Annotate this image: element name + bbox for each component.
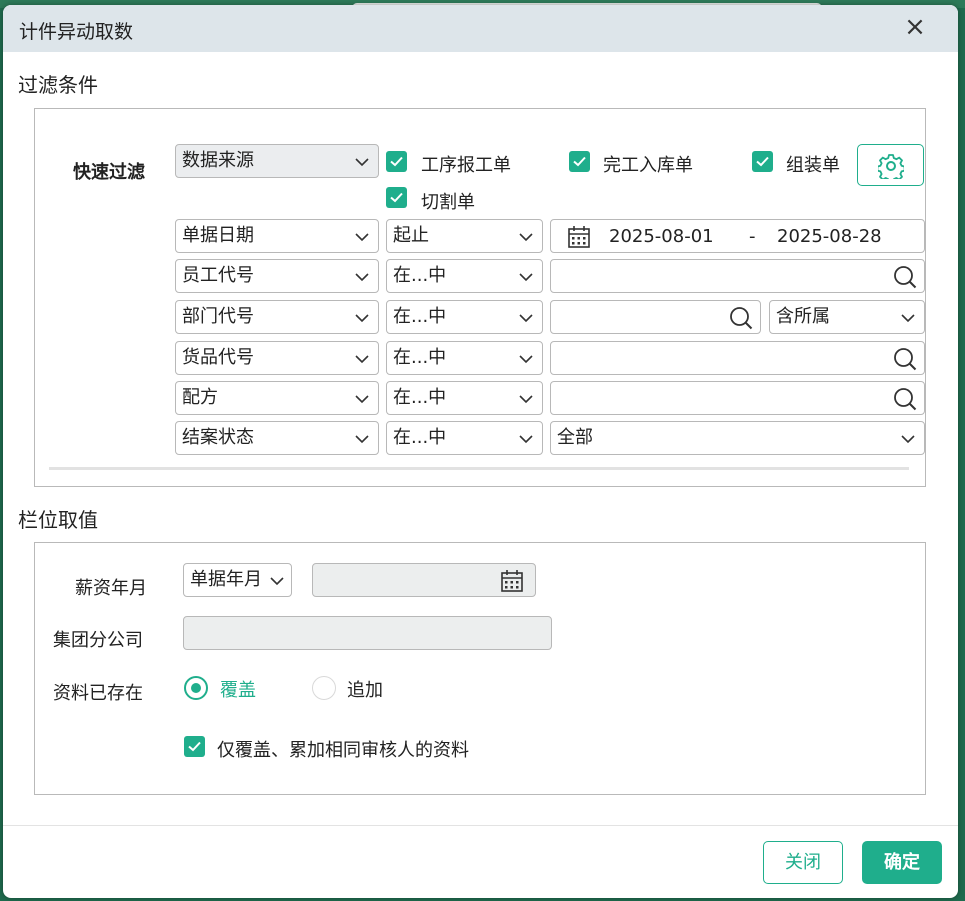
department-code-input[interactable] xyxy=(550,300,761,334)
filter-operator-select[interactable]: 在...中 xyxy=(386,259,543,293)
radio-overwrite[interactable] xyxy=(184,676,208,700)
chevron-down-icon xyxy=(355,233,369,242)
department-scope-value: 含所属 xyxy=(776,306,830,327)
chevron-down-icon xyxy=(355,314,369,323)
date-to: 2025-08-28 xyxy=(777,226,882,247)
filter-operator-select[interactable]: 在...中 xyxy=(386,341,543,375)
chevron-down-icon xyxy=(519,233,533,242)
group-company-input[interactable] xyxy=(183,616,552,650)
close-button[interactable]: 关闭 xyxy=(763,841,843,884)
radio-append-label: 追加 xyxy=(347,680,383,701)
filter-field-value: 部门代号 xyxy=(182,306,254,327)
quick-filter-label: 快速过滤 xyxy=(73,162,145,183)
close-icon[interactable]: × xyxy=(902,14,928,40)
filter-section-title: 过滤条件 xyxy=(18,73,98,97)
search-icon[interactable] xyxy=(729,306,753,330)
chevron-down-icon xyxy=(901,314,915,323)
checkbox-cutting[interactable] xyxy=(386,187,407,208)
salary-month-input[interactable] xyxy=(312,563,536,597)
filter-operator-select[interactable]: 在...中 xyxy=(386,300,543,334)
filter-field-value: 配方 xyxy=(182,387,218,408)
checkbox-process-report[interactable] xyxy=(386,151,407,172)
data-source-select[interactable]: 数据来源 xyxy=(175,144,379,178)
filter-operator-select[interactable]: 在...中 xyxy=(386,421,543,455)
chevron-down-icon xyxy=(519,355,533,364)
data-source-value: 数据来源 xyxy=(182,150,254,171)
filter-field-select[interactable]: 配方 xyxy=(175,381,379,415)
filter-field-select[interactable]: 员工代号 xyxy=(175,259,379,293)
chevron-down-icon xyxy=(355,355,369,364)
dialog-title: 计件异动取数 xyxy=(19,21,134,43)
checkbox-same-reviewer-label: 仅覆盖、累加相同审核人的资料 xyxy=(217,740,469,761)
checkbox-label: 工序报工单 xyxy=(421,155,511,176)
employee-code-input[interactable] xyxy=(550,259,925,293)
filter-field-value: 结案状态 xyxy=(182,427,254,448)
panel-scrollbar[interactable] xyxy=(49,467,909,470)
chevron-down-icon xyxy=(519,314,533,323)
salary-month-label: 薪资年月 xyxy=(75,578,147,599)
formula-input[interactable] xyxy=(550,381,925,415)
column-section-title: 栏位取值 xyxy=(18,508,98,532)
product-code-input[interactable] xyxy=(550,341,925,375)
filter-field-value: 员工代号 xyxy=(182,265,254,286)
chevron-down-icon xyxy=(519,273,533,282)
checkbox-label: 组装单 xyxy=(786,155,840,176)
filter-field-select[interactable]: 单据日期 xyxy=(175,219,379,253)
calendar-icon[interactable] xyxy=(500,569,524,593)
salary-month-source-select[interactable]: 单据年月 xyxy=(183,563,292,597)
filter-field-select[interactable]: 结案状态 xyxy=(175,421,379,455)
dialog: 计件异动取数 × 过滤条件 快速过滤 数据来源 工序报工单 完工入库单 组装单 … xyxy=(3,5,958,898)
chevron-down-icon xyxy=(901,435,915,444)
chevron-down-icon xyxy=(355,435,369,444)
ok-button[interactable]: 确定 xyxy=(862,841,942,884)
date-separator: - xyxy=(749,226,756,247)
search-icon[interactable] xyxy=(893,265,917,289)
filter-operator-value: 在...中 xyxy=(393,427,447,448)
chevron-down-icon xyxy=(355,273,369,282)
filter-field-select[interactable]: 部门代号 xyxy=(175,300,379,334)
date-range-input[interactable]: 2025-08-01 - 2025-08-28 xyxy=(550,219,925,253)
chevron-down-icon xyxy=(355,158,369,167)
search-icon[interactable] xyxy=(893,347,917,371)
filter-field-select[interactable]: 货品代号 xyxy=(175,341,379,375)
checkbox-label: 完工入库单 xyxy=(603,155,693,176)
data-exists-label: 资料已存在 xyxy=(53,683,143,704)
radio-overwrite-label: 覆盖 xyxy=(220,680,256,701)
filter-operator-value: 在...中 xyxy=(393,387,447,408)
calendar-icon xyxy=(568,226,590,248)
chevron-down-icon xyxy=(270,574,284,588)
filter-field-value: 单据日期 xyxy=(182,225,254,246)
check-icon xyxy=(390,192,403,203)
filter-operator-value: 在...中 xyxy=(393,265,447,286)
department-scope-select[interactable]: 含所属 xyxy=(769,300,925,334)
close-status-value: 全部 xyxy=(557,427,593,448)
gear-icon xyxy=(878,154,904,179)
filter-operator-select[interactable]: 起止 xyxy=(386,219,543,253)
radio-append[interactable] xyxy=(312,676,336,700)
title-bar: 计件异动取数 × xyxy=(3,5,958,52)
filter-operator-select[interactable]: 在...中 xyxy=(386,381,543,415)
check-icon xyxy=(756,156,769,167)
checkbox-completion-stock[interactable] xyxy=(569,151,590,172)
checkbox-assembly[interactable] xyxy=(752,151,773,172)
check-icon xyxy=(573,156,586,167)
check-icon xyxy=(390,156,403,167)
filter-operator-value: 在...中 xyxy=(393,347,447,368)
chevron-down-icon xyxy=(355,395,369,404)
close-status-select[interactable]: 全部 xyxy=(550,421,925,455)
checkbox-label: 切割单 xyxy=(421,192,475,213)
filter-operator-value: 在...中 xyxy=(393,306,447,327)
salary-month-source-value: 单据年月 xyxy=(190,569,262,590)
check-icon xyxy=(188,741,201,752)
checkbox-same-reviewer[interactable] xyxy=(184,736,205,757)
filter-field-value: 货品代号 xyxy=(182,347,254,368)
chevron-down-icon xyxy=(519,435,533,444)
group-company-label: 集团分公司 xyxy=(53,630,143,651)
date-from: 2025-08-01 xyxy=(609,226,714,247)
filter-settings-button[interactable] xyxy=(857,144,924,186)
filter-operator-value: 起止 xyxy=(393,225,429,246)
footer-divider xyxy=(3,825,958,826)
chevron-down-icon xyxy=(519,395,533,404)
search-icon[interactable] xyxy=(893,387,917,411)
